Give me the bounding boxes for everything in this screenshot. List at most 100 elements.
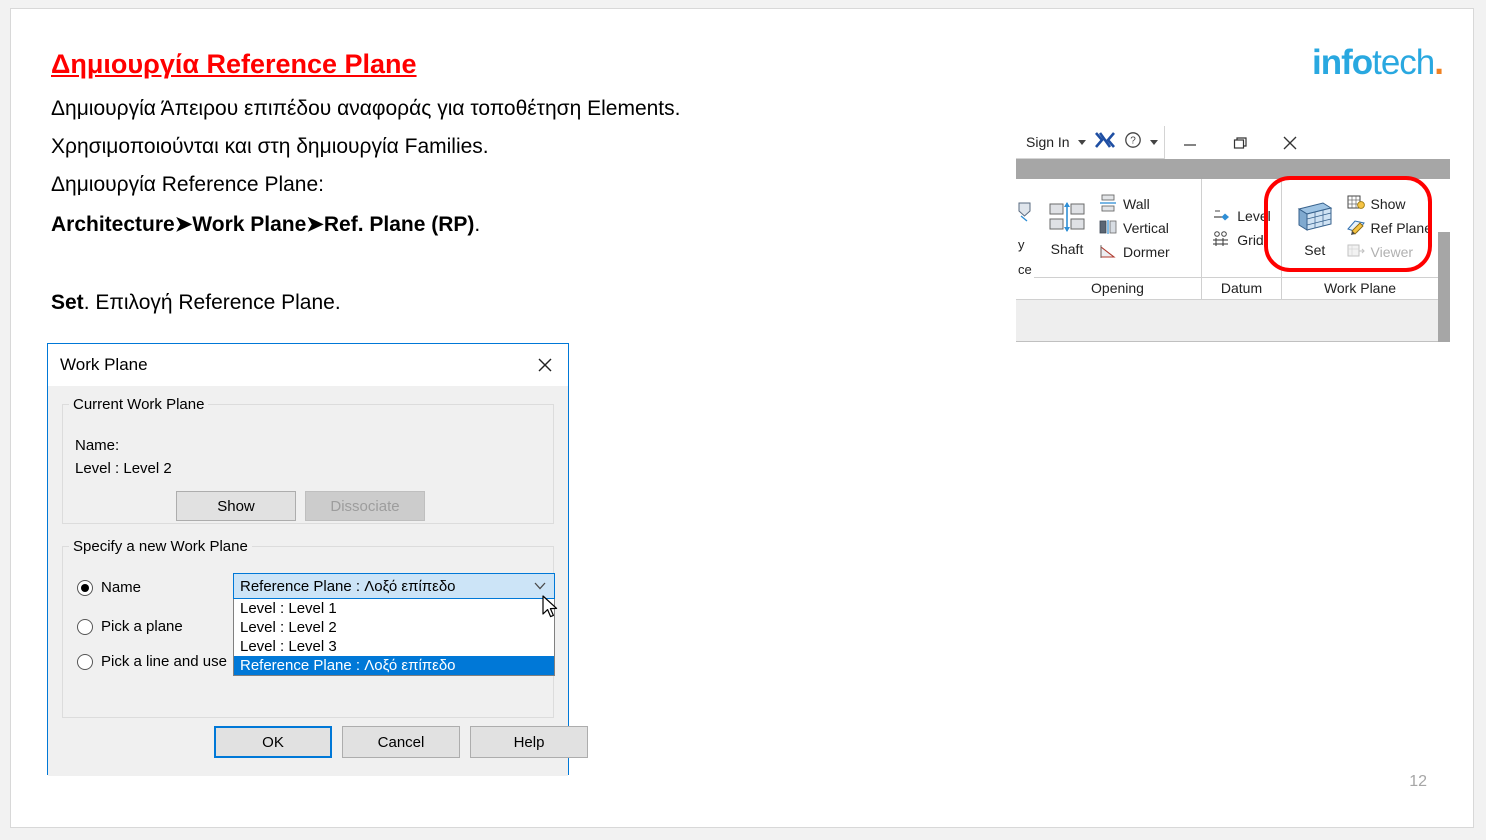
cut-label-2: ce — [1018, 261, 1032, 277]
set-description-line: Set. Επιλογή Reference Plane. — [51, 291, 341, 315]
show-work-plane-icon — [1346, 194, 1366, 215]
close-icon[interactable] — [522, 344, 568, 386]
dialog-titlebar: Work Plane — [48, 344, 568, 386]
vertical-opening-icon — [1098, 218, 1118, 239]
ribbon-cut-off-column: y ce — [1016, 179, 1034, 299]
set-keyword: Set — [51, 291, 84, 314]
chevron-down-icon[interactable] — [1077, 139, 1086, 145]
work-plane-viewer-button: Viewer — [1346, 242, 1432, 263]
restore-icon[interactable] — [1215, 126, 1265, 159]
vertical-opening-label: Vertical — [1123, 220, 1169, 236]
ribbon-panel-work-plane: Set Show Ref Plane Viewer Work Plane — [1282, 179, 1438, 299]
body-line-3: Δημιουργία Reference Plane: — [51, 173, 324, 196]
ribbon-options-bar — [1016, 299, 1450, 342]
specify-work-plane-legend: Specify a new Work Plane — [73, 538, 248, 555]
show-work-plane-label: Show — [1370, 196, 1406, 212]
menu-path-text: Architecture➤Work Plane➤Ref. Plane (RP) — [51, 213, 475, 236]
shaft-button[interactable]: Shaft — [1040, 200, 1094, 257]
vertical-opening-button[interactable]: Vertical — [1098, 218, 1170, 239]
combobox-option-selected[interactable]: Reference Plane : Λοξό επίπεδο — [234, 656, 554, 675]
current-work-plane-legend: Current Work Plane — [73, 396, 205, 413]
page-title: Δημιουργία Reference Plane — [51, 49, 417, 79]
chevron-down-icon[interactable] — [534, 574, 546, 598]
combobox-option[interactable]: Level : Level 2 — [234, 618, 554, 637]
autodesk-exchange-icon[interactable] — [1094, 131, 1116, 154]
minimize-icon[interactable] — [1165, 126, 1215, 159]
set-work-plane-button[interactable]: Set — [1288, 199, 1342, 258]
dialog-title: Work Plane — [60, 355, 148, 374]
radio-button-name-icon — [77, 579, 93, 596]
grid-label: Grid — [1237, 232, 1264, 248]
ribbon-panel-title-datum: Datum — [1202, 277, 1281, 299]
radio-pick-a-plane[interactable]: Pick a plane — [77, 618, 183, 635]
dormer-opening-label: Dormer — [1123, 244, 1170, 260]
wall-opening-icon — [1098, 194, 1118, 215]
show-work-plane-button[interactable]: Show — [1346, 194, 1432, 215]
radio-pick-a-line[interactable]: Pick a line and use — [77, 653, 227, 670]
logo-bold-part: info — [1311, 43, 1373, 82]
combobox-field[interactable]: Reference Plane : Λοξό επίπεδο — [233, 573, 555, 599]
work-plane-viewer-icon — [1346, 242, 1366, 263]
level-button[interactable]: Level — [1212, 206, 1271, 227]
combobox-selected-value: Reference Plane : Λοξό επίπεδο — [240, 577, 456, 595]
current-level-value: Level : Level 2 — [75, 460, 172, 477]
help-chevron-down-icon[interactable] — [1149, 139, 1158, 145]
dialog-body: Current Work Plane Name: Level : Level 2… — [48, 386, 588, 776]
work-plane-dialog: Work Plane Current Work Plane Name: Leve… — [47, 343, 588, 776]
ok-button[interactable]: OK — [214, 726, 332, 758]
radio-name[interactable]: Name — [77, 579, 141, 596]
set-description-text: . Επιλογή Reference Plane. — [83, 291, 341, 314]
cancel-button[interactable]: Cancel — [342, 726, 460, 758]
ref-plane-label: Ref Plane — [1370, 220, 1432, 236]
ref-plane-button[interactable]: Ref Plane — [1346, 218, 1432, 239]
radio-button-pick-plane-icon — [77, 618, 93, 635]
set-work-plane-label: Set — [1304, 241, 1326, 258]
page-number: 12 — [1409, 773, 1427, 790]
wall-opening-button[interactable]: Wall — [1098, 194, 1170, 215]
dormer-opening-button[interactable]: Dormer — [1098, 242, 1170, 263]
ribbon-panel-title-work-plane: Work Plane — [1282, 277, 1438, 299]
menu-path-period: . — [474, 213, 481, 236]
work-plane-viewer-label: Viewer — [1370, 244, 1414, 260]
level-icon — [1212, 206, 1232, 227]
ribbon-scroll-bar[interactable] — [1438, 232, 1450, 342]
ribbon-panel-title-opening: Opening — [1034, 277, 1201, 299]
slide-page: Δημιουργία Reference Plane Δημιουργία Άπ… — [10, 8, 1474, 828]
ribbon-tab-strip — [1016, 159, 1450, 179]
body-line-2: Χρησιμοποιούνται και στη δημιουργία Fami… — [51, 135, 489, 158]
help-button[interactable]: Help — [470, 726, 588, 758]
question-mark-icon[interactable]: ? — [1124, 131, 1142, 154]
combobox-option[interactable]: Level : Level 3 — [234, 637, 554, 656]
level-label: Level — [1237, 208, 1271, 224]
radio-name-label: Name — [101, 579, 142, 596]
ribbon-titlebar: Sign In ? — [1016, 126, 1450, 159]
specify-work-plane-group: Specify a new Work Plane Name Pick a pla… — [62, 538, 558, 718]
set-work-plane-icon — [1293, 199, 1337, 240]
cut-label-1: y — [1018, 236, 1025, 252]
ref-plane-icon — [1346, 218, 1366, 239]
grid-button[interactable]: Grid — [1212, 230, 1270, 251]
ribbon-panel-opening: Shaft Wall Vertical Dormer Opening — [1034, 179, 1202, 299]
shaft-label: Shaft — [1050, 240, 1084, 257]
radio-button-pick-line-icon — [77, 653, 93, 670]
current-name-label: Name: — [75, 437, 120, 454]
grid-icon — [1212, 230, 1232, 251]
ribbon-panel-datum: Level Grid Datum — [1202, 179, 1282, 299]
revit-ribbon-screenshot: Sign In ? y ce Shaft Wall Vertical Dorme… — [1016, 126, 1450, 342]
infotech-logo: infotech. — [1311, 43, 1444, 82]
radio-pick-a-plane-label: Pick a plane — [101, 618, 183, 635]
svg-text:?: ? — [1130, 135, 1136, 146]
combobox-option[interactable]: Level : Level 1 — [234, 599, 554, 618]
dormer-opening-icon — [1098, 242, 1118, 263]
close-icon[interactable] — [1265, 126, 1315, 159]
combobox-option-list[interactable]: Level : Level 1 Level : Level 2 Level : … — [233, 599, 555, 676]
show-button[interactable]: Show — [176, 491, 296, 521]
sign-in-group[interactable]: Sign In ? — [1016, 126, 1165, 159]
dissociate-button: Dissociate — [305, 491, 425, 521]
work-plane-name-combobox[interactable]: Reference Plane : Λοξό επίπεδο Level : L… — [233, 573, 558, 676]
radio-pick-a-line-label: Pick a line and use — [101, 653, 227, 670]
cut-icon — [1018, 202, 1032, 227]
logo-dot: . — [1434, 43, 1444, 82]
logo-light-part: tech — [1372, 43, 1435, 82]
wall-opening-label: Wall — [1123, 196, 1150, 212]
